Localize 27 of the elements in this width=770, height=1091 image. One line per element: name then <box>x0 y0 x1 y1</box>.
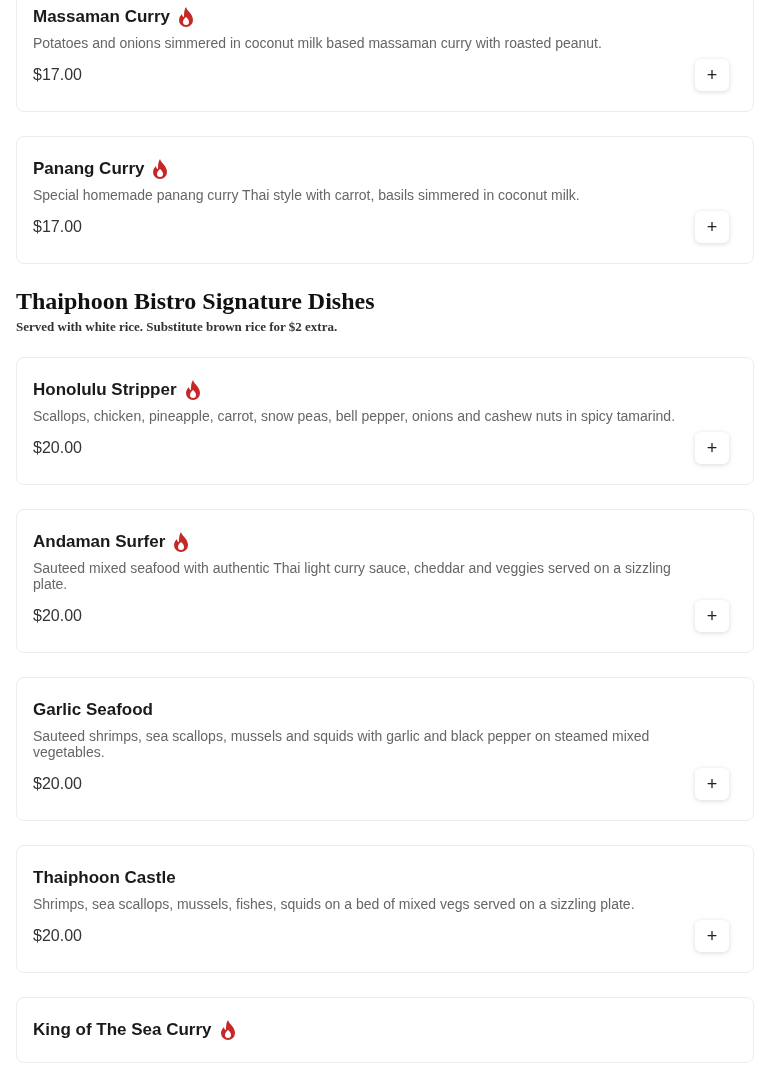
dish-price: $20.00 <box>33 775 82 793</box>
section-title: Thaiphoon Bistro Signature Dishes <box>16 288 376 315</box>
dish-name: Massaman Curry <box>33 7 170 27</box>
dish-name: Honolulu Stripper <box>33 380 177 400</box>
dish-description: Sauteed mixed seafood with authentic Thai light curry sauce, cheddar and veggies served on a sizzling plate. <box>33 560 672 592</box>
dish-name: Thaiphoon Castle <box>33 868 176 888</box>
dish-description: Scallops, chicken, pineapple, carrot, snow peas, bell pepper, onions and cashew nuts in spicy tamarind. <box>33 408 677 424</box>
add-button[interactable]: + <box>695 211 729 243</box>
dish-price: $17.00 <box>33 66 82 84</box>
add-button[interactable]: + <box>695 432 729 464</box>
add-button[interactable]: + <box>695 59 729 91</box>
dish-description: Sauteed shrimps, sea scallops, mussels and squids with garlic and black pepper on steamed mixed vegetables. <box>33 728 651 760</box>
dish-price: $20.00 <box>33 927 82 945</box>
add-button[interactable]: + <box>695 920 729 952</box>
add-button[interactable]: + <box>695 600 729 632</box>
dish-name: Garlic Seafood <box>33 700 153 720</box>
add-button[interactable]: + <box>695 768 729 800</box>
dish-description: Special homemade panang curry Thai style with carrot, basils simmered in coconut milk. <box>33 187 581 203</box>
dish-price: $20.00 <box>33 439 82 457</box>
dish-price: $17.00 <box>33 218 82 236</box>
dish-name: King of The Sea Curry <box>33 1020 212 1040</box>
section-subtitle: Served with white rice. Substitute brown rice for $2 extra. <box>16 319 339 335</box>
dish-price: $20.00 <box>33 607 82 625</box>
dish-description: Shrimps, sea scallops, mussels, fishes, squids on a bed of mixed vegs served on a sizzling plate. <box>33 896 636 912</box>
dish-description: Potatoes and onions simmered in coconut milk based massaman curry with roasted peanut. <box>33 35 603 51</box>
dish-name: Panang Curry <box>33 159 145 179</box>
dish-name: Andaman Surfer <box>33 532 166 552</box>
